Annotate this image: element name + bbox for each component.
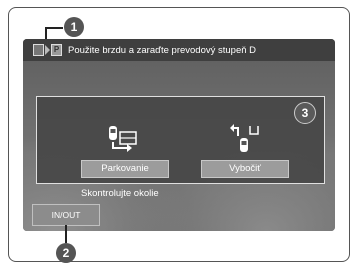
callout-1: 1 bbox=[64, 17, 84, 37]
status-bar: P Použite brzdu a zaraďte prevodový stup… bbox=[23, 39, 335, 61]
camera-screen: P Použite brzdu a zaraďte prevodový stup… bbox=[23, 39, 335, 231]
in-out-button[interactable]: IN/OUT bbox=[32, 204, 100, 226]
exit-button[interactable]: Vybočiť bbox=[201, 160, 289, 178]
parking-icon bbox=[109, 126, 137, 152]
check-surroundings-hint: Skontrolujte okolie bbox=[81, 188, 159, 199]
callout-2-line bbox=[65, 225, 67, 243]
callout-3: 3 bbox=[294, 102, 316, 124]
parking-button[interactable]: Parkovanie bbox=[81, 160, 169, 178]
gear-box bbox=[33, 44, 44, 56]
gear-letter: P bbox=[51, 44, 62, 56]
callout-2: 2 bbox=[56, 243, 76, 263]
gear-arrow-icon bbox=[45, 45, 50, 55]
exit-icon bbox=[230, 124, 259, 152]
callout-1-line bbox=[46, 27, 63, 29]
gear-position-icon: P bbox=[33, 44, 62, 56]
status-message: Použite brzdu a zaraďte prevodový stupeň… bbox=[68, 44, 257, 56]
mode-panel: Parkovanie Vybočiť 3 bbox=[36, 96, 325, 184]
